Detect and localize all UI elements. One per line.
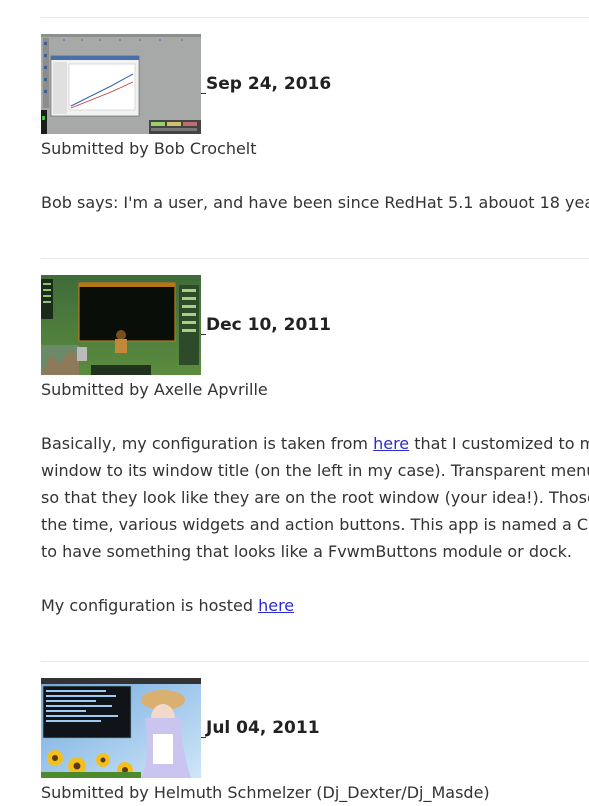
link-underline: [201, 333, 206, 335]
entry-header: Jul 04, 2011: [41, 678, 589, 778]
entry-description-line: My configuration is hosted here: [41, 592, 589, 619]
entry-header: Sep 24, 2016: [41, 34, 589, 134]
entry-description-line: to have something that looks like a Fvwm…: [41, 542, 572, 561]
link-underline: [201, 92, 206, 94]
entry-separator: [41, 661, 589, 662]
entry-date: Dec 10, 2011: [206, 315, 331, 335]
submitted-by: Submitted by Bob Crochelt: [41, 139, 257, 158]
config-hosted-link[interactable]: here: [258, 596, 294, 615]
screenshot-thumbnail[interactable]: [41, 678, 201, 778]
submitted-by: Submitted by Helmuth Schmelzer (Dj_Dexte…: [41, 783, 490, 802]
submitted-by: Submitted by Axelle Apvrille: [41, 380, 268, 399]
gallery-entry: Dec 10, 2011 Submitted by Axelle Apvrill…: [41, 258, 589, 619]
screenshot-thumbnail[interactable]: [41, 275, 201, 375]
config-source-link[interactable]: here: [373, 434, 409, 453]
entry-date: Jul 04, 2011: [206, 718, 320, 738]
entry-description-line: Basically, my configuration is taken fro…: [41, 430, 589, 457]
desktop-thumbnail-image: [41, 34, 201, 134]
description-text: that I customized to my: [409, 434, 589, 453]
description-text: Basically, my configuration is taken fro…: [41, 434, 374, 453]
gallery-entry: Jul 04, 2011 Submitted by Helmuth Schmel…: [41, 661, 589, 806]
screenshot-thumbnail[interactable]: [41, 34, 201, 134]
entry-description-line: so that they look like they are on the r…: [41, 488, 589, 507]
entry-description: Bob says: I'm a user, and have been sinc…: [41, 193, 589, 212]
desktop-thumbnail-image: [41, 275, 201, 375]
gallery-entry: Sep 24, 2016 Submitted by Bob Crochelt B…: [41, 17, 589, 216]
desktop-thumbnail-image: [41, 678, 201, 778]
entry-separator: [41, 258, 589, 259]
entry-header: Dec 10, 2011: [41, 275, 589, 375]
description-text: My configuration is hosted: [41, 596, 259, 615]
entry-separator: [41, 17, 589, 18]
entry-date: Sep 24, 2016: [206, 74, 332, 94]
entry-description-line: the time, various widgets and action but…: [41, 515, 589, 534]
link-underline: [201, 736, 206, 738]
entry-description-line: window to its window title (on the left …: [41, 461, 589, 480]
